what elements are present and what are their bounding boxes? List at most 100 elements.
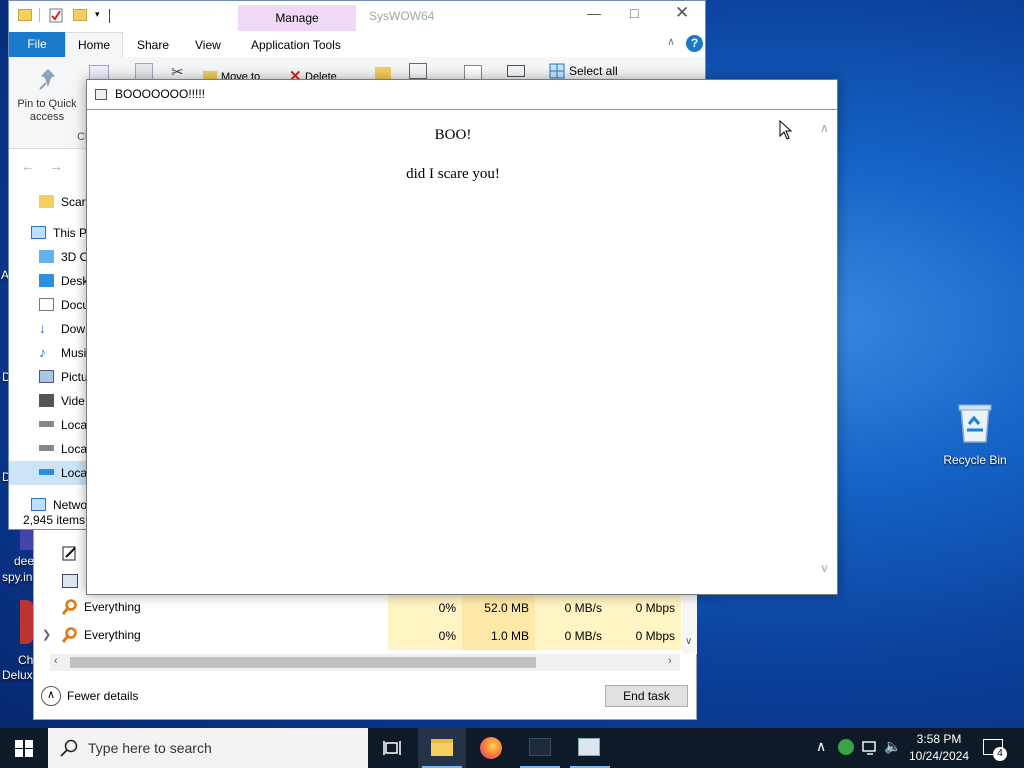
scrollbar-thumb[interactable] [70,657,536,668]
mouse-cursor-icon [779,120,793,140]
process-name: Everything [84,600,141,614]
nav-item-downloads[interactable]: ↓ Dow [39,317,85,341]
nav-item-documents[interactable]: Docu [39,293,89,317]
download-arrow-icon: ↓ [39,320,46,336]
cube-icon [39,250,54,263]
minimize-icon[interactable]: — [587,5,601,21]
taskbar-app-firefox[interactable] [467,728,515,768]
divider [39,8,40,22]
properties-check-icon[interactable] [49,8,64,23]
table-row[interactable]: Everything 0% 52.0 MB 0 MB/s 0 Mbps [34,594,681,622]
maximize-icon[interactable]: □ [630,5,638,21]
taskbar-app-file-explorer[interactable] [418,728,466,768]
tab-application-tools[interactable]: Application Tools [251,38,341,52]
nav-item-label: This P [53,226,88,240]
desktop-icon-label-fragment[interactable]: spy.in [2,570,32,584]
tab-share[interactable]: Share [137,38,169,52]
popup-content: BOO! did I scare you! ∧ ∨ [87,111,837,594]
computer-icon [31,226,46,239]
nav-this-pc[interactable]: This P [31,221,87,245]
memory-cell: 1.0 MB [462,622,535,650]
desktop-icon-label-fragment[interactable]: dee [14,554,34,568]
scroll-down-icon[interactable]: ∨ [685,636,692,647]
folder-icon [39,195,54,208]
recycle-bin[interactable]: Recycle Bin [940,402,1010,467]
nav-item-pictures[interactable]: Pictu [39,365,88,389]
tab-home[interactable]: Home [65,32,123,58]
tray-app-icon[interactable] [838,739,854,755]
horizontal-scrollbar[interactable]: ‹ › [50,654,680,671]
select-icon[interactable] [507,65,525,77]
cpu-cell: 0% [388,622,462,650]
nav-item-desktop[interactable]: Desk [39,269,88,293]
picture-icon [39,370,54,383]
ribbon-tab-bar: File Home Share View Application Tools ∧… [9,31,705,58]
popup-message: did I scare you! [406,166,500,182]
popup-window: BOOOOOOO!!!!! BOO! did I scare you! ∧ ∨ [86,79,838,595]
recycle-bin-icon [958,404,992,443]
process-name: Everything [84,628,141,642]
desktop-app-icon[interactable] [20,530,34,550]
document-icon [39,298,54,311]
nav-item-label: Loca [61,418,88,432]
clock-date[interactable]: 10/24/2024 [909,749,969,763]
popup-heading: BOO! [434,127,472,143]
desktop-app-icon[interactable] [20,600,34,644]
taskbar-app-terminal[interactable] [516,728,564,768]
task-view-button[interactable] [368,728,416,768]
taskbar-search-box[interactable]: Type here to search [48,728,368,768]
table-row[interactable]: ❯ Everything 0% 1.0 MB 0 MB/s 0 Mbps [34,622,681,650]
nav-item-label: Loca [61,442,88,456]
nav-item-label: Loca [61,466,88,480]
tab-file[interactable]: File [9,32,65,57]
help-icon[interactable]: ? [686,35,703,52]
volume-icon[interactable]: 🔈 [884,738,901,755]
manage-contextual-tab[interactable]: Manage [238,5,356,31]
task-manager-icon [578,738,600,756]
nav-item-music[interactable]: ♪ Musi [39,341,86,365]
desktop-icon-label-fragment[interactable]: Ch [18,653,33,667]
window-icon [95,89,107,100]
fewer-details-chevron-icon[interactable]: ∧ [41,686,61,706]
nav-item-local-disk[interactable]: Loca [39,437,87,461]
fewer-details-link[interactable]: Fewer details [67,689,138,703]
memory-cell: 52.0 MB [462,594,535,622]
nav-item-label: Netwo [53,498,88,512]
network-icon[interactable] [862,740,880,756]
nav-item-label: Dow [61,322,86,336]
close-icon[interactable]: ✕ [675,3,689,23]
nav-item-local-disk-selected[interactable]: Loca [9,461,87,485]
nav-item-videos[interactable]: Vide [39,389,85,413]
taskbar-app-task-manager[interactable] [566,728,614,768]
clock-time[interactable]: 3:58 PM [914,732,964,746]
drive-icon [39,421,54,427]
nav-item-3d-objects[interactable]: 3D O [39,245,89,269]
end-task-button[interactable]: End task [605,685,688,707]
desktop-icon-label-fragment[interactable]: Delux [2,668,33,682]
start-windows-icon[interactable] [15,740,33,757]
film-icon [39,394,54,407]
select-all-button[interactable]: Select all [569,64,618,78]
popup-title-bar: BOOOOOOO!!!!! [87,80,837,110]
folder-icon [18,9,32,21]
popup-title: BOOOOOOO!!!!! [115,87,206,101]
forward-arrow-icon[interactable]: → [49,158,63,174]
nav-item-local-disk[interactable]: Loca [39,413,87,437]
nav-quick-access-folder[interactable]: Scary [39,190,92,214]
pin-to-quick-access-button[interactable]: Pin to Quick access [15,98,79,124]
show-hidden-icons-chevron-icon[interactable]: ∧ [816,738,826,755]
tab-view[interactable]: View [195,38,221,52]
new-folder-icon[interactable] [73,9,87,21]
expand-chevron-icon[interactable]: ❯ [42,628,51,641]
scroll-down-icon[interactable]: ∨ [820,561,829,576]
customize-toolbar-icon[interactable]: ▾ [95,9,100,20]
scroll-left-icon[interactable]: ‹ [54,655,58,667]
collapse-ribbon-icon[interactable]: ∧ [667,35,675,48]
music-note-icon: ♪ [39,344,46,360]
properties-icon[interactable] [409,63,427,79]
drive-icon [39,445,54,451]
scroll-right-icon[interactable]: › [668,655,672,667]
network-cell: 0 Mbps [608,594,681,622]
scroll-up-icon[interactable]: ∧ [820,121,829,136]
back-arrow-icon[interactable]: ← [21,158,35,174]
